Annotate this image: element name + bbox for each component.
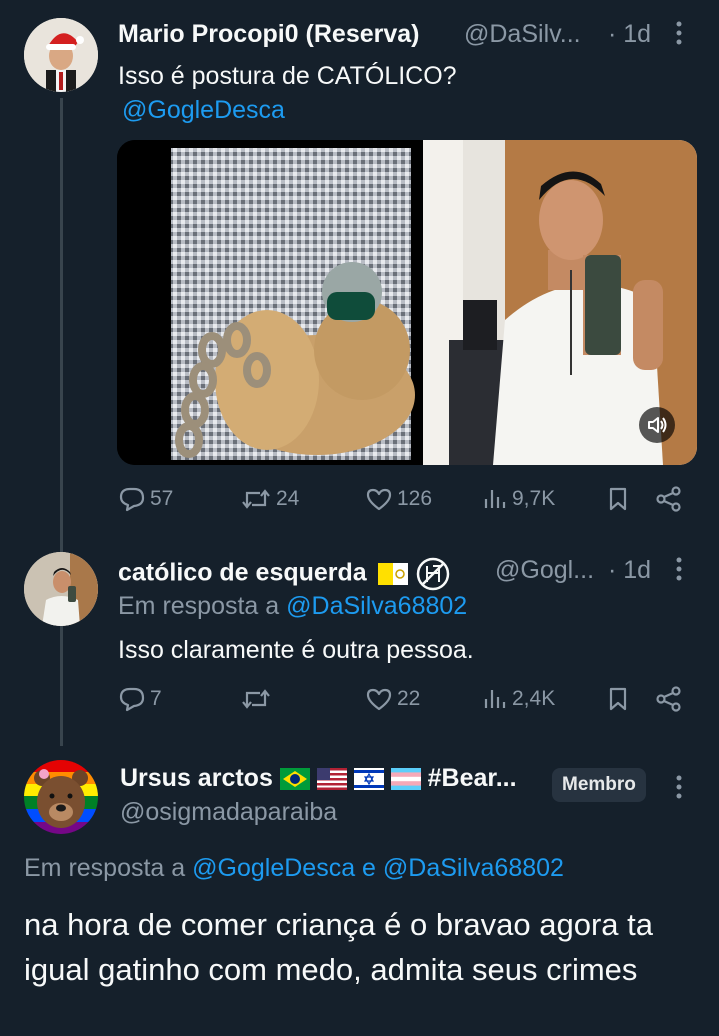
views-count: 9,7K xyxy=(512,487,556,510)
like-button[interactable]: 22 xyxy=(365,686,420,712)
avatar-image xyxy=(24,552,98,626)
author-name[interactable]: católico de esquerda xyxy=(118,556,451,592)
retweet-icon xyxy=(242,689,270,709)
volume-icon[interactable] xyxy=(639,407,675,443)
brazil-flag-icon xyxy=(279,768,310,791)
bookmark-icon xyxy=(609,687,627,711)
avatar[interactable] xyxy=(24,552,98,626)
reply-context: Em resposta a @DaSilva68802 xyxy=(118,592,468,620)
like-count: 22 xyxy=(397,687,421,710)
avatar[interactable] xyxy=(24,760,98,834)
bookmark-button[interactable] xyxy=(606,486,630,512)
author-handle[interactable]: @DaSilv... xyxy=(464,20,581,49)
like-button[interactable]: 126 xyxy=(365,486,432,512)
thread-line xyxy=(60,98,63,746)
views-icon xyxy=(484,490,506,508)
usa-flag-icon xyxy=(316,768,347,791)
reply-icon xyxy=(119,487,145,512)
reply-button[interactable]: 57 xyxy=(118,486,173,512)
tweet-text: Isso claramente é outra pessoa. xyxy=(118,636,474,664)
share-icon xyxy=(656,686,681,712)
retweet-button[interactable] xyxy=(240,686,276,712)
like-icon xyxy=(366,488,392,511)
reply-to-link[interactable]: @GogleDesca xyxy=(192,854,355,882)
views-button[interactable]: 9,7K xyxy=(482,486,555,512)
bookmark-icon xyxy=(609,487,627,511)
israel-flag-icon xyxy=(353,768,384,791)
author-handle[interactable]: @Gogl... xyxy=(495,556,594,585)
views-button[interactable]: 2,4K xyxy=(482,686,555,712)
tweet-time[interactable]: · 1d xyxy=(608,556,651,585)
reply-count: 7 xyxy=(150,687,162,710)
share-icon xyxy=(656,486,681,512)
reply-to-link[interactable]: @DaSilva68802 xyxy=(383,854,564,882)
reply-count: 57 xyxy=(150,487,174,510)
retweet-button[interactable]: 24 xyxy=(240,486,299,512)
share-button[interactable] xyxy=(655,686,683,712)
member-badge[interactable]: Membro xyxy=(552,768,646,802)
tweet-text: Isso é postura de CATÓLICO? xyxy=(118,62,457,90)
retweet-count: 24 xyxy=(276,487,300,510)
bookmark-button[interactable] xyxy=(606,686,630,712)
author-name[interactable]: Ursus arctos #Bear... xyxy=(120,764,517,793)
media-grid[interactable] xyxy=(117,140,697,465)
vatican-flag-icon xyxy=(377,563,408,585)
reply-icon xyxy=(119,687,145,712)
like-icon xyxy=(366,688,392,711)
views-count: 2,4K xyxy=(512,687,556,710)
share-button[interactable] xyxy=(655,486,683,512)
more-icon[interactable] xyxy=(674,556,684,586)
reply-context: Em resposta a @GogleDesca e @DaSilva6880… xyxy=(24,854,564,882)
mention-link[interactable]: @GogleDesca xyxy=(122,96,285,125)
author-name[interactable]: Mario Procopi0 (Reserva) xyxy=(118,20,420,49)
views-icon xyxy=(484,690,506,708)
transgender-flag-icon xyxy=(390,768,421,791)
avatar[interactable] xyxy=(24,18,98,92)
media-image-1[interactable] xyxy=(117,140,417,465)
reply-button[interactable]: 7 xyxy=(118,686,162,712)
avatar-image xyxy=(24,760,98,834)
retweet-icon xyxy=(242,489,270,509)
tweet-time[interactable]: · 1d xyxy=(608,20,651,49)
reply-to-link[interactable]: @DaSilva68802 xyxy=(286,592,467,620)
avatar-image xyxy=(24,18,98,92)
like-count: 126 xyxy=(397,487,433,510)
prohibited-symbol-icon xyxy=(416,557,449,591)
more-icon[interactable] xyxy=(674,774,684,804)
tweet-text: na hora de comer criança é o bravao agor… xyxy=(24,907,653,987)
author-handle[interactable]: @osigmadaparaiba xyxy=(120,798,337,827)
more-icon[interactable] xyxy=(674,20,684,50)
